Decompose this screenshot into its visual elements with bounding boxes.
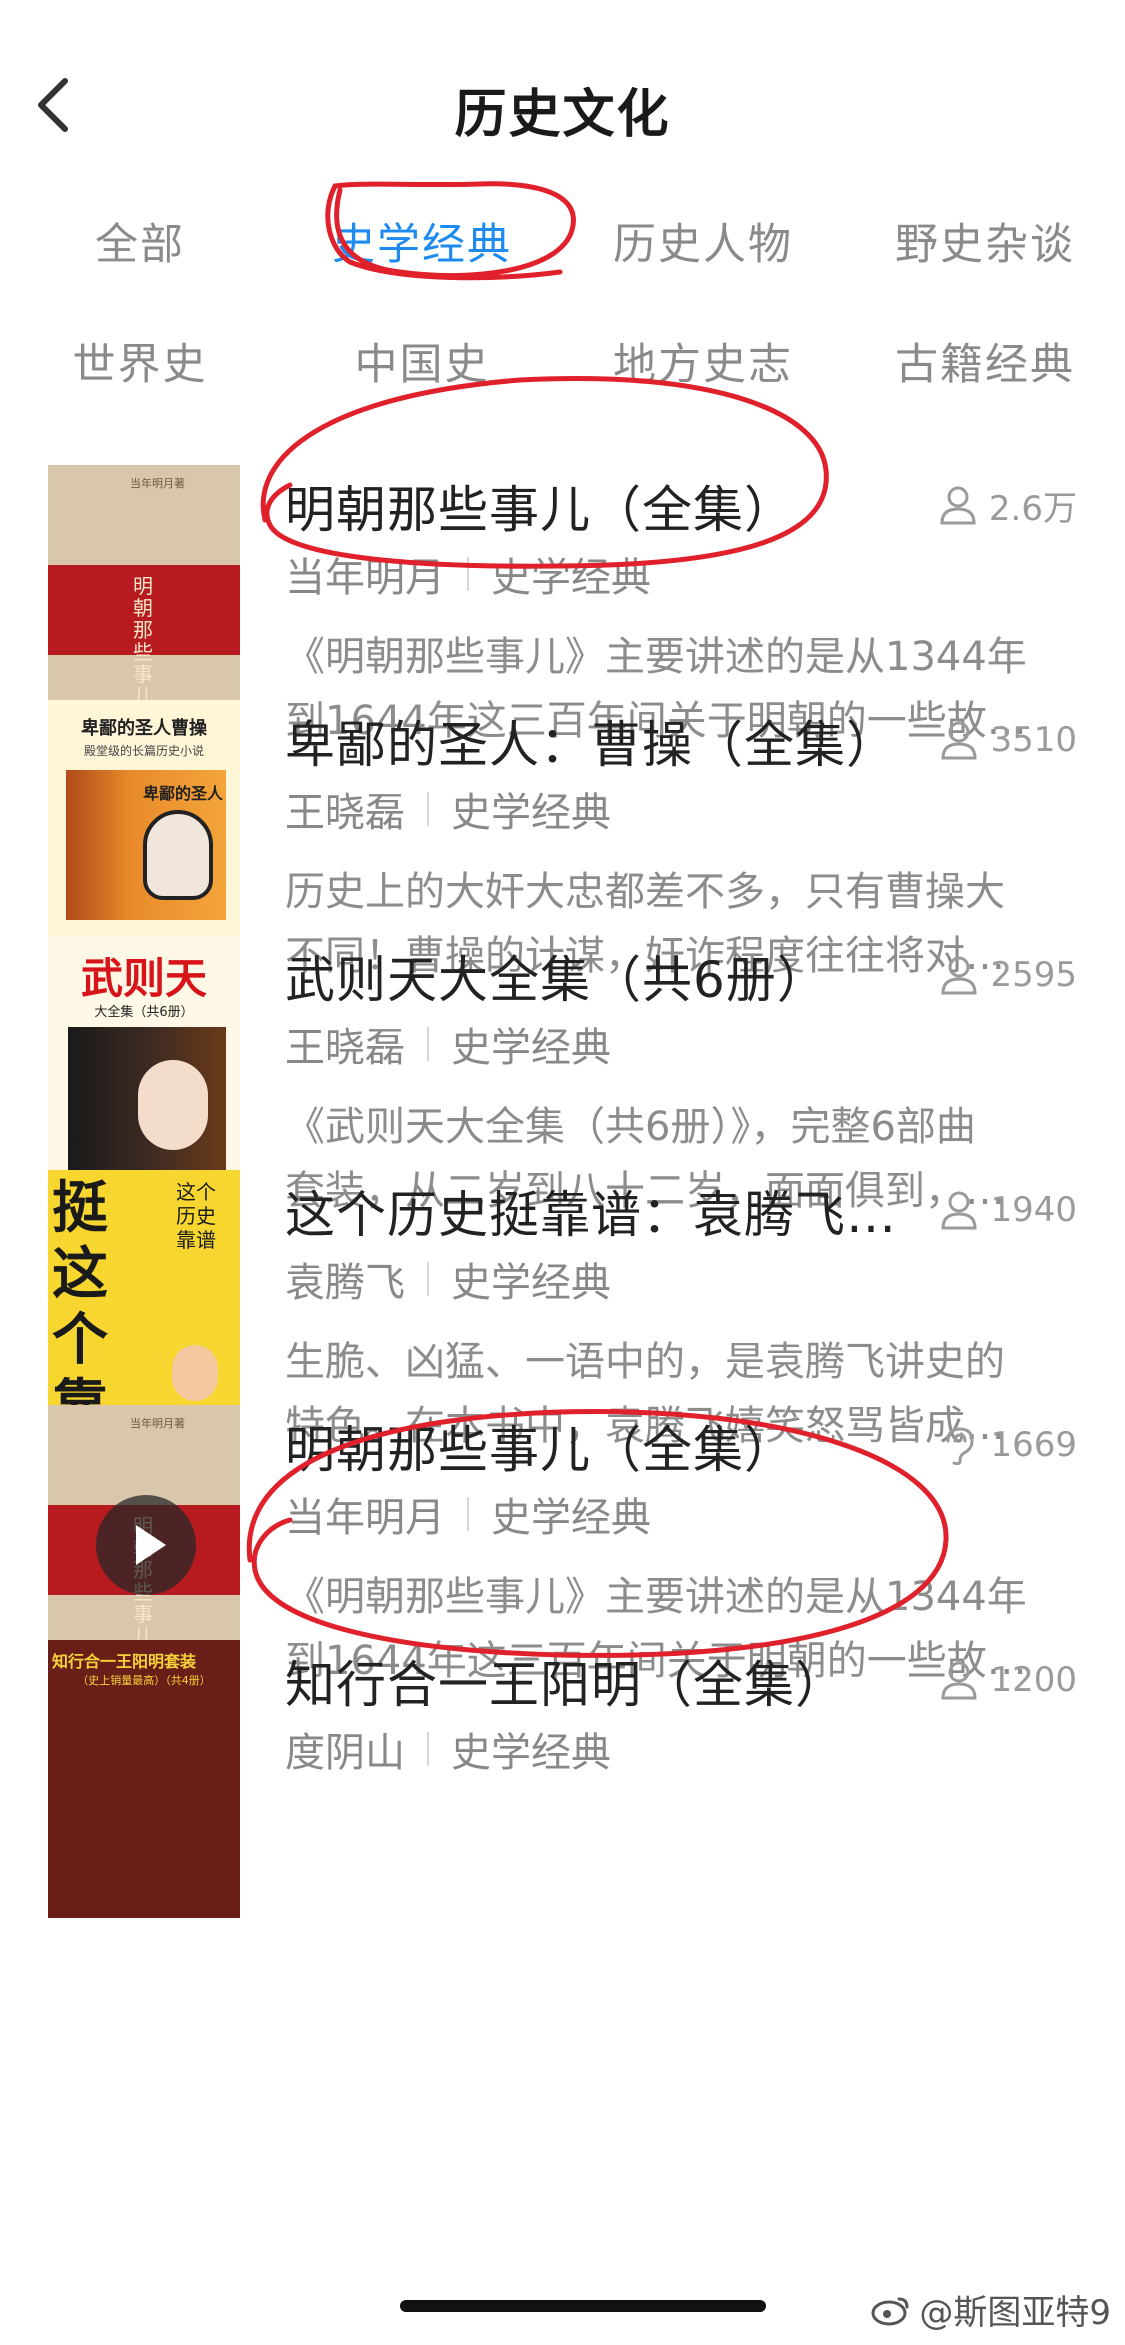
book-title: 武则天大全集（共6册） [285,951,828,1009]
book-meta: 度阴山 史学经典 [285,1720,611,1778]
book-author: 王晓磊 [285,790,405,836]
page-title: 历史文化 [454,85,671,145]
play-count: 1200 [940,1655,1077,1705]
desc-line: 历史上的大奸大忠都差不多，只有曹操大 [285,869,1005,915]
desc-line: 《明朝那些事儿》主要讲述的是从1344年 [285,1574,1027,1620]
watermark-text: @斯图亚特9 [919,2293,1111,2333]
book-title: 卑鄙的圣人：曹操（全集） [285,716,897,774]
listener-icon [941,956,977,995]
home-indicator[interactable] [400,2300,766,2312]
book-category: 史学经典 [491,1495,651,1541]
play-count-value: 1940 [990,1190,1077,1230]
cover-box-title: 卑鄙的圣人 [143,784,224,803]
category-tab-all[interactable]: 全部 [20,210,260,272]
desc-line: 《明朝那些事儿》主要讲述的是从1344年 [285,634,1027,680]
cover-title: 知行合一王阳明套装 [52,1652,197,1671]
book-category: 史学经典 [491,555,651,601]
listener-icon [941,1661,977,1700]
play-count-value: 2595 [990,955,1077,995]
list-item[interactable]: 知行合一王阳明套装 （史上销量最高）（共4册） 知行合一王阳明（全集） 1200… [0,1630,1125,1930]
cover-title: 武则天 [80,954,207,1003]
book-title: 明朝那些事儿（全集） [285,481,795,539]
cover-author: 当年明月著 [130,1417,185,1430]
category-tab-world[interactable]: 世界史 [20,330,260,392]
book-title: 明朝那些事儿（全集） [285,1421,795,1479]
listener-icon [940,486,976,525]
book-meta: 当年明月 史学经典 [285,545,651,603]
desc-line: 生脆、凶猛、一语中的，是袁腾飞讲史的 [285,1339,1005,1385]
play-count-value: 1669 [990,1425,1077,1465]
play-count-value: 3510 [990,720,1077,760]
listener-icon [941,721,977,760]
book-title: 知行合一王阳明（全集） [285,1656,846,1714]
cover-subtitle: 这个历史靠谱 [176,1180,216,1252]
book-category: 史学经典 [451,790,611,836]
play-count: 1669 [940,1420,1077,1470]
category-tab-local[interactable]: 地方史志 [583,330,823,392]
category-tab-china[interactable]: 中国史 [302,330,542,392]
play-count: 3510 [940,715,1077,765]
book-category: 史学经典 [451,1730,611,1776]
play-count-value: 1200 [990,1660,1077,1700]
weibo-logo-icon [871,2297,909,2325]
play-count: 2.6万 [939,480,1077,530]
play-count: 1940 [940,1185,1077,1235]
listener-icon [941,1191,977,1230]
category-tab-figures[interactable]: 历史人物 [583,210,823,272]
play-button[interactable] [96,1495,196,1595]
category-tab-ancient[interactable]: 古籍经典 [865,330,1105,392]
book-category: 史学经典 [451,1260,611,1306]
ear-icon [946,1427,974,1465]
desc-line: 《武则天大全集（共6册）》，完整6部曲 [285,1104,976,1150]
book-author: 当年明月 [285,1495,445,1541]
book-cover: 知行合一王阳明套装 （史上销量最高）（共4册） [48,1640,240,1918]
watermark: @斯图亚特9 [871,2285,1111,2334]
cover-subtitle: （史上销量最高）（共4册） [77,1674,211,1687]
book-meta: 袁腾飞 史学经典 [285,1250,611,1308]
category-tab-anecdotes[interactable]: 野史杂谈 [865,210,1105,272]
category-tab-classics[interactable]: 史学经典 [302,210,542,272]
cover-subtitle: 殿堂级的长篇历史小说 [83,744,204,758]
cover-subtitle: 大全集（共6册） [94,1005,194,1020]
nav-header: 历史文化 [0,0,1125,200]
book-author: 王晓磊 [285,1025,405,1071]
book-category: 史学经典 [451,1025,611,1071]
cover-title: 明朝那些事儿 [133,574,153,708]
book-meta: 王晓磊 史学经典 [285,780,611,838]
book-author: 度阴山 [285,1730,405,1776]
book-meta: 王晓磊 史学经典 [285,1015,611,1073]
book-meta: 当年明月 史学经典 [285,1485,651,1543]
play-count-value: 2.6万 [988,488,1077,529]
cover-title: 卑鄙的圣人曹操 [81,718,207,739]
book-author: 当年明月 [285,555,445,601]
play-count: 2595 [940,950,1077,1000]
app-screen: 历史文化 全部 史学经典 历史人物 野史杂谈 世界史 中国史 地方史志 古籍经典… [0,0,1125,2345]
cover-author: 当年明月著 [130,477,185,490]
book-title: 这个历史挺靠谱：袁腾飞… [285,1186,897,1244]
book-author: 袁腾飞 [285,1260,405,1306]
